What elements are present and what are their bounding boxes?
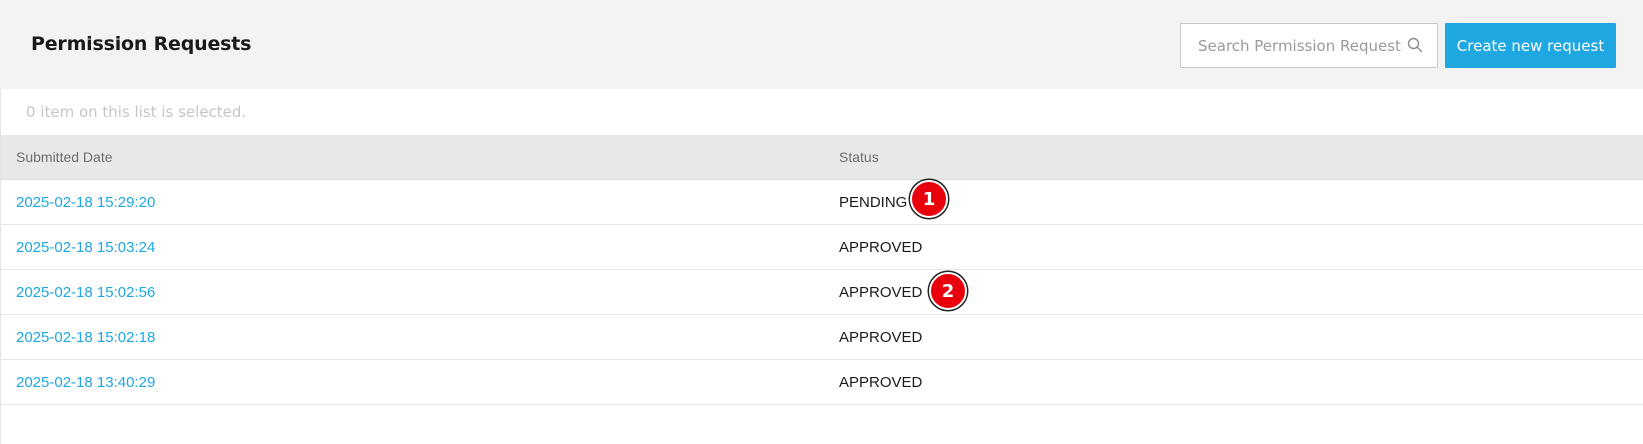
table-row[interactable]: 2025-02-18 15:02:18 APPROVED [1, 315, 1643, 360]
submitted-date-link[interactable]: 2025-02-18 15:03:24 [16, 239, 155, 256]
status-cell: APPROVED [839, 239, 923, 256]
create-new-request-button[interactable]: Create new request [1445, 23, 1616, 68]
column-header-submitted-date[interactable]: Submitted Date [16, 149, 113, 165]
table-row[interactable]: 2025-02-18 15:02:56 APPROVED [1, 270, 1643, 315]
selection-info: 0 item on this list is selected. [26, 103, 247, 121]
status-cell: APPROVED [839, 329, 923, 346]
search-icon[interactable] [1407, 37, 1423, 53]
table-header: Submitted Date Status [1, 135, 1643, 180]
page-title: Permission Requests [31, 33, 252, 55]
submitted-date-link[interactable]: 2025-02-18 15:29:20 [16, 194, 155, 211]
search-input[interactable] [1181, 24, 1401, 67]
status-cell: PENDING [839, 194, 908, 211]
annotation-marker-1: 1 [910, 180, 948, 218]
annotation-marker-2: 2 [929, 272, 967, 310]
status-cell: APPROVED [839, 374, 923, 391]
submitted-date-link[interactable]: 2025-02-18 15:02:18 [16, 329, 155, 346]
submitted-date-link[interactable]: 2025-02-18 15:02:56 [16, 284, 155, 301]
status-cell: APPROVED [839, 284, 923, 301]
column-header-status[interactable]: Status [839, 149, 879, 165]
submitted-date-link[interactable]: 2025-02-18 13:40:29 [16, 374, 155, 391]
permission-requests-table: Submitted Date Status 2025-02-18 15:29:2… [1, 135, 1643, 405]
search-box[interactable] [1180, 23, 1438, 68]
table-row[interactable]: 2025-02-18 15:03:24 APPROVED [1, 225, 1643, 270]
page-header: Permission Requests Create new request [0, 0, 1643, 89]
table-row[interactable]: 2025-02-18 13:40:29 APPROVED [1, 360, 1643, 405]
table-row[interactable]: 2025-02-18 15:29:20 PENDING [1, 180, 1643, 225]
